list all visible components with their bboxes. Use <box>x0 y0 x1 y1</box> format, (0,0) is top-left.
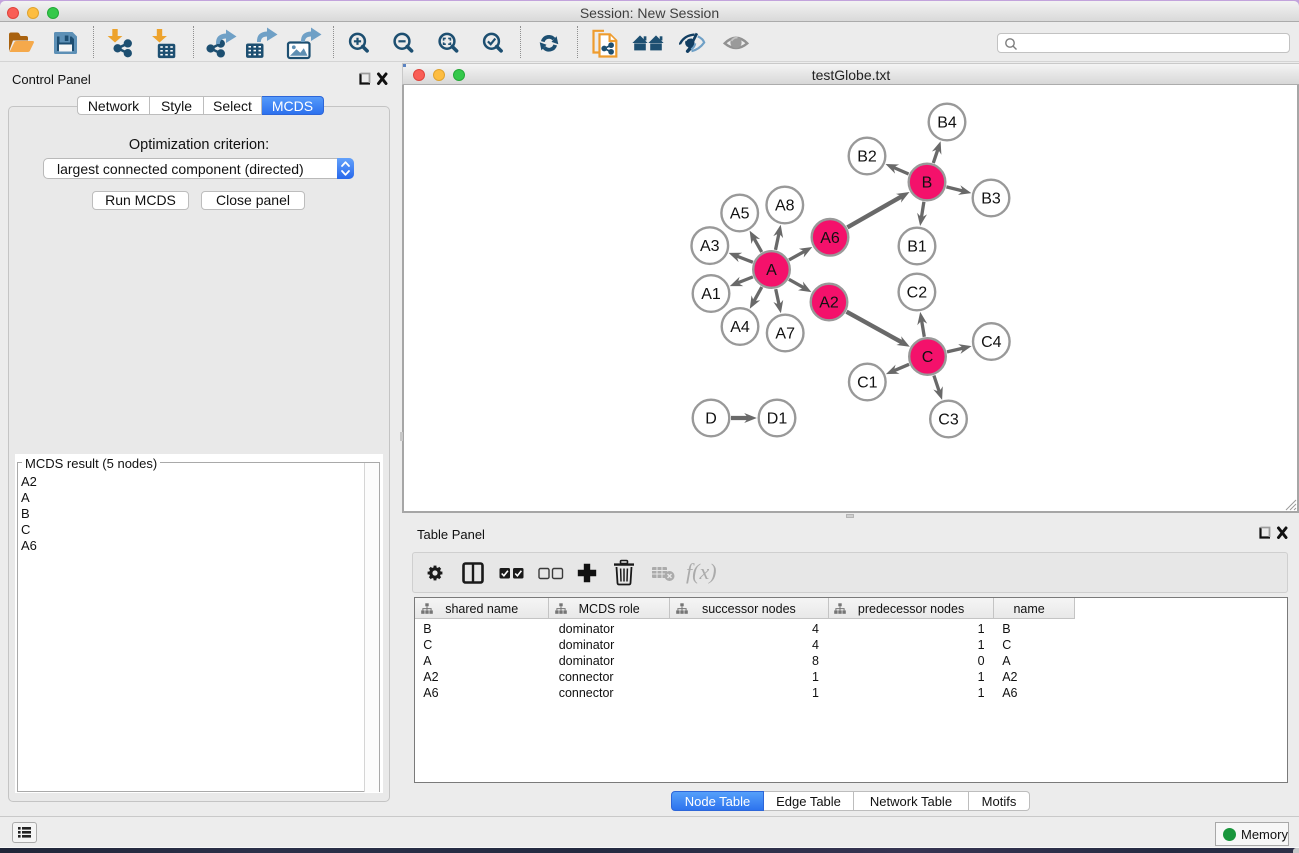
svg-text:B4: B4 <box>937 115 957 132</box>
svg-text:A: A <box>766 262 777 279</box>
svg-text:A2: A2 <box>819 295 839 312</box>
svg-text:C3: C3 <box>938 412 959 429</box>
svg-text:B3: B3 <box>981 191 1001 208</box>
svg-text:A4: A4 <box>730 319 750 336</box>
svg-text:C2: C2 <box>907 285 928 302</box>
svg-text:A5: A5 <box>730 206 750 223</box>
svg-text:A1: A1 <box>701 286 721 303</box>
svg-text:C4: C4 <box>981 334 1002 351</box>
svg-text:B1: B1 <box>907 239 927 256</box>
svg-text:C1: C1 <box>857 375 878 392</box>
svg-text:B2: B2 <box>857 149 877 166</box>
svg-text:A3: A3 <box>700 238 720 255</box>
svg-text:B: B <box>922 175 933 192</box>
svg-text:A8: A8 <box>775 198 795 215</box>
svg-text:C: C <box>922 349 934 366</box>
svg-text:D: D <box>705 411 717 428</box>
svg-text:D1: D1 <box>767 411 788 428</box>
svg-text:f(x): f(x) <box>686 559 717 584</box>
svg-text:A6: A6 <box>820 230 840 247</box>
svg-text:A7: A7 <box>775 326 795 343</box>
